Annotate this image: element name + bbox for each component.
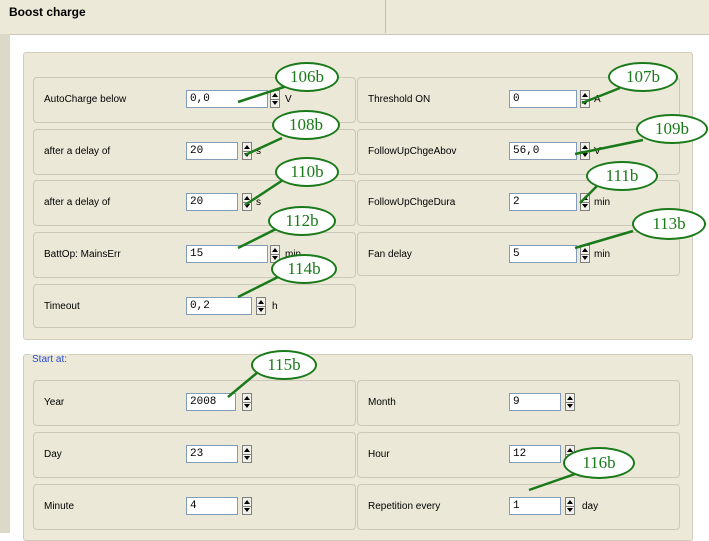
callout-114b: 114b xyxy=(271,254,337,284)
callout-112b: 112b xyxy=(268,206,336,236)
callout-106b: 106b xyxy=(275,62,339,92)
leader-110b xyxy=(244,178,284,207)
callout-111b: 111b xyxy=(586,161,658,191)
callout-110b: 110b xyxy=(275,157,339,187)
leader-109b xyxy=(574,138,644,156)
callout-116b: 116b xyxy=(563,447,635,479)
leader-107b xyxy=(581,86,621,105)
leader-114b xyxy=(237,274,281,299)
callout-108b: 108b xyxy=(272,110,340,140)
callout-113b: 113b xyxy=(632,208,706,240)
leader-106b xyxy=(237,84,288,104)
callout-115b: 115b xyxy=(251,350,317,380)
callout-109b: 109b xyxy=(636,114,708,144)
leader-112b xyxy=(237,226,279,250)
leader-115b xyxy=(227,371,259,398)
callout-107b: 107b xyxy=(608,62,678,92)
leader-113b xyxy=(574,229,634,250)
leader-116b xyxy=(528,472,576,492)
leader-108b xyxy=(244,136,283,157)
